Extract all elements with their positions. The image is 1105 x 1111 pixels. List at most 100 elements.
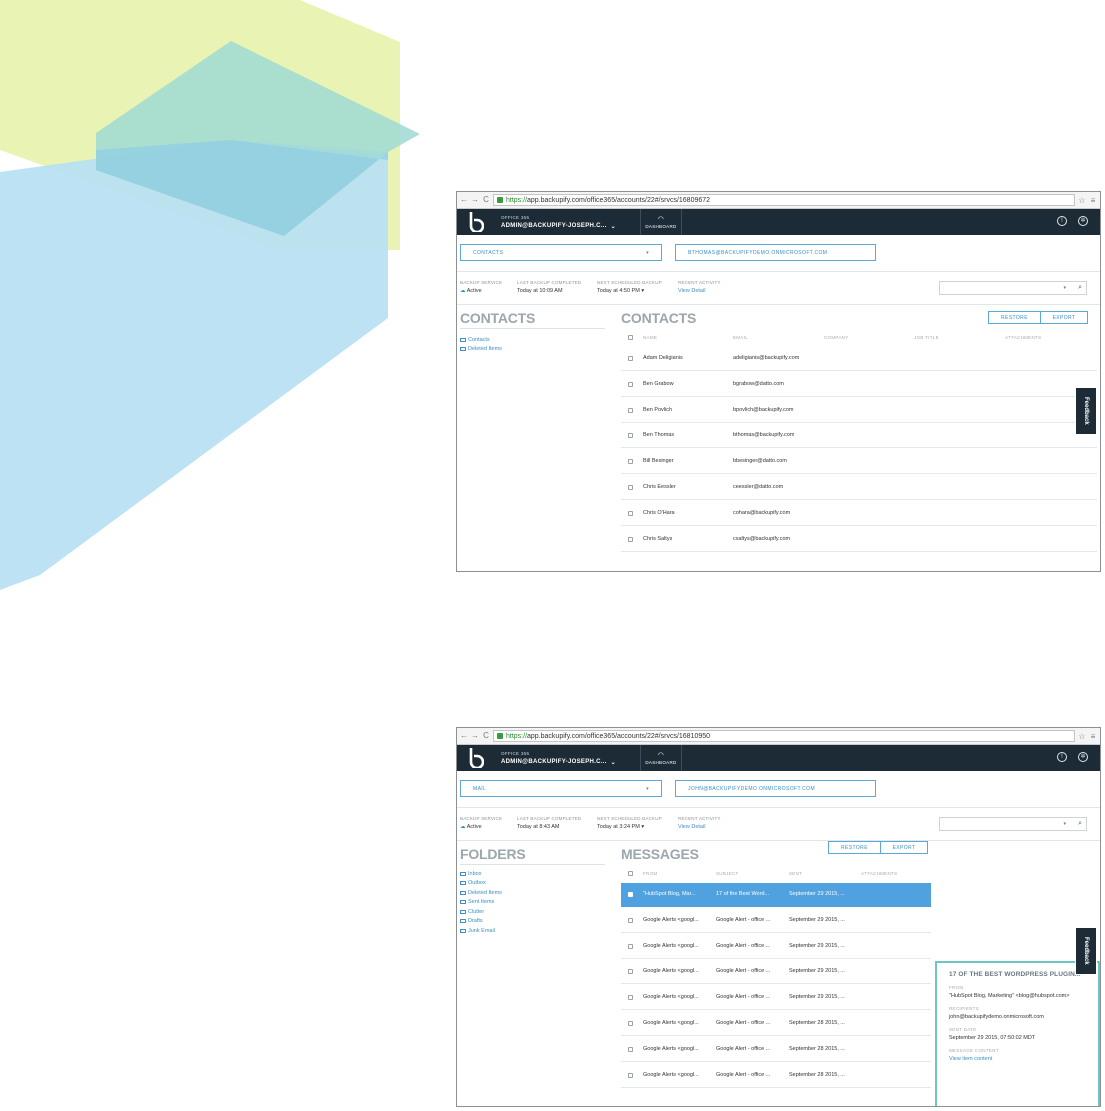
account-switcher[interactable]: OFFICE 365 ADMIN@BACKUPIFY-JOSEPH.C... ⌄	[501, 745, 616, 771]
gear-icon[interactable]: ✲	[1078, 752, 1088, 762]
column-header-attachments[interactable]: ATTACHMENTS	[1005, 335, 1041, 340]
row-checkbox[interactable]	[628, 459, 633, 465]
folder-label: Sent Items	[468, 899, 495, 906]
folder-item[interactable]: Inbox	[460, 869, 502, 879]
select-all-checkbox[interactable]	[628, 871, 633, 876]
row-checkbox[interactable]	[628, 943, 633, 949]
table-row[interactable]: Chris Saltys csaltys@backupify.com	[621, 528, 1097, 552]
backupify-logo-icon[interactable]	[465, 745, 487, 771]
column-header-attachments[interactable]: ATTACHMENTS	[861, 871, 897, 876]
account-switcher[interactable]: OFFICE 365 ADMIN@BACKUPIFY-JOSEPH.C... ⌄	[501, 209, 616, 235]
mailbox-select[interactable]: BTHOMAS@BACKUPIFYDEMO.ONMICROSOFT.COM	[675, 244, 876, 261]
column-header-sent[interactable]: SENT	[789, 871, 802, 876]
service-type-select[interactable]: MAIL ▾	[460, 780, 662, 797]
bookmark-star-icon[interactable]: ☆	[1078, 196, 1086, 205]
row-checkbox[interactable]	[628, 1072, 633, 1078]
reload-icon[interactable]: C	[482, 196, 490, 204]
column-header-company[interactable]: COMPANY	[824, 335, 849, 340]
forward-icon[interactable]: →	[471, 732, 479, 740]
column-header-from[interactable]: FROM	[643, 871, 657, 876]
table-row[interactable]: Ben Povlich bpovlich@backupify.com	[621, 399, 1097, 423]
row-checkbox[interactable]	[628, 381, 633, 387]
table-row[interactable]: Google Alerts <googl... Google Alert - of…	[621, 1064, 931, 1088]
row-checkbox[interactable]	[628, 536, 633, 542]
dashboard-button[interactable]: ◠ DASHBOARD	[641, 209, 681, 235]
restore-button[interactable]: RESTORE	[988, 311, 1041, 324]
mailbox-select[interactable]: JOHN@BACKUPIFYDEMO.ONMICROSOFT.COM	[675, 780, 876, 797]
table-row[interactable]: Chris Eessler ceessler@datto.com	[621, 476, 1097, 500]
column-header-name[interactable]: NAME	[643, 335, 657, 340]
select-all-checkbox[interactable]	[628, 335, 633, 340]
table-row[interactable]: Google Alerts <googl... Google Alert - of…	[621, 1038, 931, 1062]
table-row[interactable]: Google Alerts <googl... Google Alert - of…	[621, 986, 931, 1011]
row-checkbox[interactable]	[628, 433, 633, 439]
table-row[interactable]: Google Alerts <googl... Google Alert - of…	[621, 960, 931, 985]
folder-item[interactable]: Clutter	[460, 907, 502, 917]
dropdown-caret-icon[interactable]: ▾	[1063, 285, 1066, 291]
info-icon[interactable]: !	[1057, 216, 1067, 226]
row-checkbox[interactable]	[628, 892, 633, 897]
column-header-email[interactable]: EMAIL	[733, 335, 748, 340]
export-button[interactable]: EXPORT	[1040, 311, 1088, 324]
column-header-subject[interactable]: SUBJECT	[716, 871, 739, 876]
view-item-content-link[interactable]: View item content	[949, 1056, 1086, 1062]
dropdown-caret-icon[interactable]: ▾	[1063, 821, 1066, 827]
row-checkbox[interactable]	[628, 510, 633, 516]
back-icon[interactable]: ←	[460, 732, 468, 740]
row-checkbox[interactable]	[628, 407, 633, 413]
table-row[interactable]: Google Alerts <googl... Google Alert - of…	[621, 909, 931, 933]
row-checkbox[interactable]	[628, 917, 633, 923]
table-row[interactable]: Google Alerts <googl... Google Alert - of…	[621, 1012, 931, 1036]
message-subject: Google Alert - office ...	[716, 916, 771, 923]
table-row[interactable]: Chris O'Hara cohara@backupify.com	[621, 502, 1097, 526]
row-checkbox[interactable]	[628, 1021, 633, 1026]
gear-icon[interactable]: ✲	[1078, 216, 1088, 226]
table-row[interactable]: Google Alerts <googl... Google Alert - of…	[621, 935, 931, 959]
row-checkbox[interactable]	[628, 485, 633, 490]
forward-icon[interactable]: →	[471, 196, 479, 204]
header-divider	[680, 209, 682, 235]
folder-item-deleted-items[interactable]: Deleted Items	[460, 345, 502, 355]
info-icon[interactable]: !	[1057, 752, 1067, 762]
address-bar[interactable]: https://app.backupify.com/office365/acco…	[493, 194, 1075, 206]
folder-item[interactable]: Sent Items	[460, 898, 502, 908]
address-bar[interactable]: https://app.backupify.com/office365/acco…	[493, 730, 1075, 742]
column-header-job-title[interactable]: JOB TITLE	[914, 335, 939, 340]
feedback-tab[interactable]: Feedback	[1075, 927, 1097, 975]
message-from: "HubSpot Blog, Mar...	[643, 891, 696, 897]
backup-status-bar: BACKUP SERVICE ☁ Active LAST BACKUP COMP…	[457, 272, 1100, 305]
table-row[interactable]: Ben Thomas bthomas@backupify.com	[621, 424, 1097, 449]
table-row[interactable]: "HubSpot Blog, Mar... 17 of the Best Word…	[621, 883, 931, 907]
dashboard-button[interactable]: ◠ DASHBOARD	[641, 745, 681, 771]
folder-item-contacts[interactable]: Contacts	[460, 335, 502, 345]
row-checkbox[interactable]	[628, 969, 633, 975]
reload-icon[interactable]: C	[482, 732, 490, 740]
restore-button[interactable]: RESTORE	[828, 841, 881, 854]
folder-item[interactable]: Junk Email	[460, 926, 502, 936]
folder-item[interactable]: Drafts	[460, 917, 502, 927]
backupify-logo-icon[interactable]	[465, 209, 487, 235]
row-checkbox[interactable]	[628, 995, 633, 1001]
table-row[interactable]: Adam Deligianis adeligianis@backupify.com	[621, 347, 1097, 371]
row-checkbox[interactable]	[628, 356, 633, 361]
search-input[interactable]: ▾ ⌕	[939, 281, 1087, 295]
bookmark-star-icon[interactable]: ☆	[1078, 732, 1086, 741]
menu-icon[interactable]: ≡	[1089, 732, 1097, 741]
search-icon[interactable]: ⌕	[1078, 284, 1082, 292]
service-type-select[interactable]: CONTACTS ▾	[460, 244, 662, 261]
table-row[interactable]: Ben Grabow bgrabow@datto.com	[621, 373, 1097, 397]
folder-item[interactable]: Deleted Items	[460, 888, 502, 898]
table-row[interactable]: Bill Besinger bbesinger@datto.com	[621, 450, 1097, 475]
next-backup-value[interactable]: Today at 3:24 PM	[597, 824, 640, 830]
row-checkbox[interactable]	[628, 1046, 633, 1052]
search-input[interactable]: ▾ ⌕	[939, 817, 1087, 831]
feedback-tab[interactable]: Feedback	[1075, 387, 1097, 435]
view-detail-link[interactable]: View Detail	[678, 824, 721, 830]
menu-icon[interactable]: ≡	[1089, 196, 1097, 205]
export-button[interactable]: EXPORT	[880, 841, 928, 854]
folder-item[interactable]: Outbox	[460, 879, 502, 889]
search-icon[interactable]: ⌕	[1078, 820, 1082, 828]
back-icon[interactable]: ←	[460, 196, 468, 204]
view-detail-link[interactable]: View Detail	[678, 288, 721, 294]
next-backup-value[interactable]: Today at 4:50 PM	[597, 288, 640, 294]
